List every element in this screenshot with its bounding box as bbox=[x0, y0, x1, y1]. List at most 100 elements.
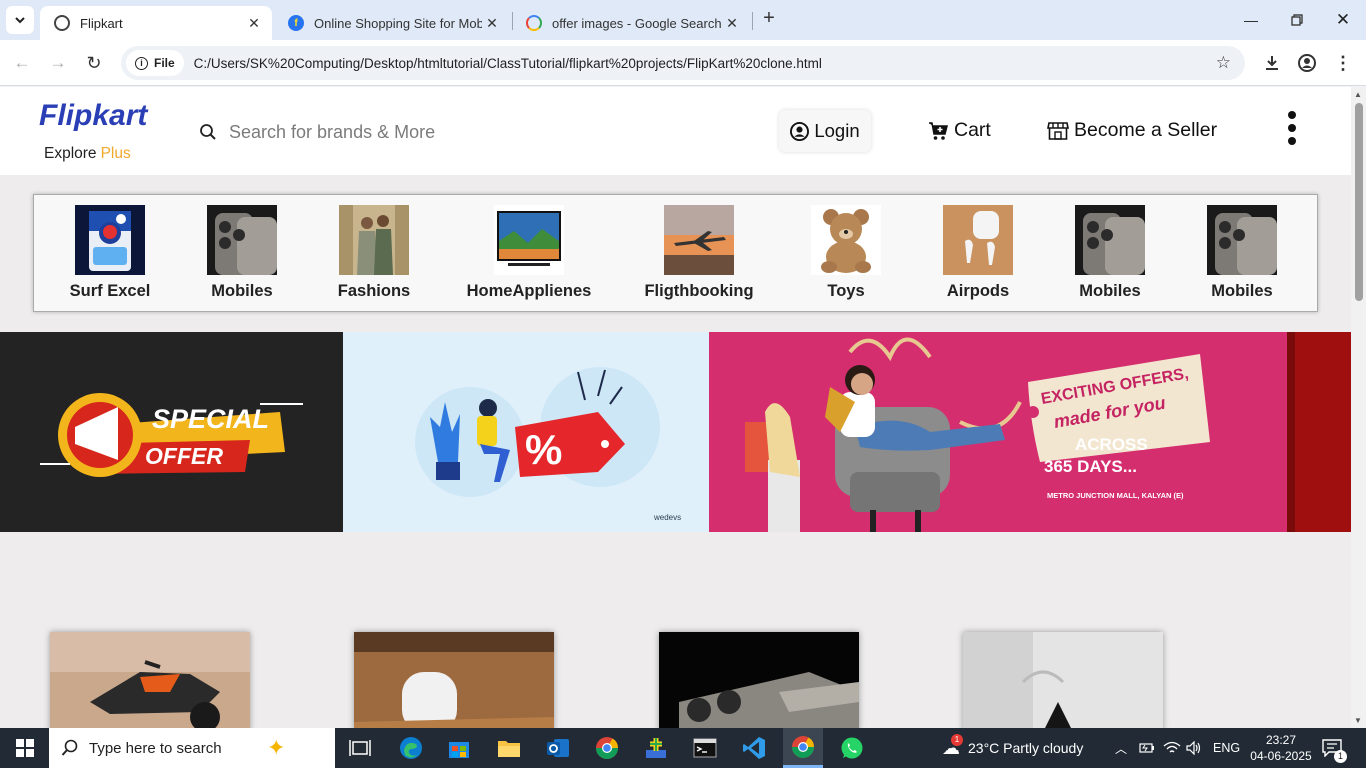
category-surf-excel[interactable]: Surf Excel bbox=[40, 205, 180, 301]
become-seller-button[interactable]: Become a Seller bbox=[1047, 119, 1217, 142]
login-button[interactable]: Login bbox=[779, 110, 871, 152]
clock-time: 23:27 bbox=[1265, 733, 1297, 747]
forward-arrow-icon[interactable]: → bbox=[45, 50, 71, 76]
airplane-image bbox=[664, 205, 734, 275]
category-mobiles-3[interactable]: Mobiles bbox=[1172, 205, 1312, 301]
edge-icon[interactable] bbox=[391, 732, 431, 764]
windows-taskbar: Type here to search ✦ ☁ 1 23°C Partly clo… bbox=[0, 728, 1366, 768]
chevron-down-icon bbox=[15, 17, 25, 24]
product-card-iphone[interactable] bbox=[659, 632, 859, 728]
task-view-icon[interactable] bbox=[340, 732, 380, 764]
more-menu-icon[interactable]: ⋮ bbox=[1330, 50, 1356, 76]
exciting-offers-banner[interactable]: EXCITING OFFERS, made for you ACROSS 365… bbox=[709, 332, 1287, 532]
iphone-image bbox=[1207, 205, 1277, 275]
percent-text: % bbox=[525, 426, 562, 473]
windows-start-icon[interactable] bbox=[4, 732, 46, 764]
explore-plus[interactable]: Explore Plus bbox=[44, 145, 131, 163]
file-explorer-icon[interactable] bbox=[489, 732, 529, 764]
weather-widget[interactable]: ☁ 1 23°C Partly cloudy bbox=[942, 728, 1083, 768]
battery-icon[interactable] bbox=[1139, 728, 1155, 768]
tab-title: Flipkart bbox=[80, 15, 123, 31]
close-icon[interactable]: ✕ bbox=[244, 15, 264, 32]
search-input[interactable]: Search for brands & More bbox=[229, 122, 435, 143]
star-bookmark-icon[interactable]: ☆ bbox=[1216, 53, 1231, 73]
category-label: Surf Excel bbox=[69, 282, 151, 300]
minimize-icon[interactable]: — bbox=[1228, 0, 1274, 40]
close-window-icon[interactable]: ✕ bbox=[1320, 0, 1366, 40]
microsoft-store-icon[interactable] bbox=[439, 732, 479, 764]
store-icon bbox=[1047, 121, 1069, 140]
seller-label: Become a Seller bbox=[1074, 119, 1218, 141]
offer-banner-carousel[interactable]: SPECIAL OFFER % wedevs EXCITING OFFERS, … bbox=[0, 332, 1351, 532]
tab-flipkart[interactable]: Flipkart ✕ bbox=[40, 6, 272, 40]
outlook-icon[interactable] bbox=[538, 732, 578, 764]
fashion-couple-image bbox=[339, 205, 409, 275]
notification-count-badge: 1 bbox=[1334, 750, 1347, 763]
category-label: Airpods bbox=[946, 282, 1010, 300]
weather-badge: 1 bbox=[951, 733, 963, 746]
search-box[interactable]: Search for brands & More bbox=[199, 117, 619, 147]
category-mobiles-2[interactable]: Mobiles bbox=[1040, 205, 1180, 301]
next-banner-partial[interactable] bbox=[1287, 332, 1351, 532]
tab-separator bbox=[752, 12, 753, 30]
category-mobiles[interactable]: Mobiles bbox=[172, 205, 312, 301]
category-label: HomeApplienes bbox=[466, 282, 592, 300]
vscode-icon[interactable] bbox=[734, 732, 774, 764]
category-fashions[interactable]: Fashions bbox=[304, 205, 444, 301]
scroll-up-arrow-icon[interactable]: ▲ bbox=[1354, 90, 1362, 99]
tray-chevron-up-icon[interactable]: ︿ bbox=[1115, 728, 1127, 768]
product-card-accessory[interactable] bbox=[963, 632, 1163, 728]
site-header: Flipkart Explore Plus Search for brands &… bbox=[0, 87, 1351, 175]
tab-online-shopping[interactable]: f Online Shopping Site for Mobile ✕ bbox=[274, 6, 510, 40]
wifi-icon[interactable] bbox=[1163, 728, 1181, 768]
restore-icon[interactable] bbox=[1274, 0, 1320, 40]
site-info-chip[interactable]: i File bbox=[126, 50, 184, 76]
category-toys[interactable]: Toys bbox=[776, 205, 916, 301]
back-arrow-icon[interactable]: ← bbox=[9, 50, 35, 76]
notification-center-icon[interactable]: 1 bbox=[1322, 728, 1347, 768]
across-text: ACROSS bbox=[1075, 435, 1148, 454]
close-icon[interactable]: ✕ bbox=[722, 15, 742, 32]
discount-banner[interactable]: % wedevs bbox=[343, 332, 709, 532]
category-home-appliances[interactable]: HomeApplienes bbox=[459, 205, 599, 301]
app-plus-icon[interactable] bbox=[636, 732, 676, 764]
reload-icon[interactable]: ↻ bbox=[81, 50, 107, 76]
product-card-airpods[interactable] bbox=[354, 632, 554, 728]
url-text[interactable]: C:/Users/SK%20Computing/Desktop/htmltuto… bbox=[194, 56, 822, 71]
download-icon[interactable] bbox=[1259, 50, 1285, 76]
chrome-active-icon[interactable] bbox=[783, 728, 823, 768]
taskbar-search[interactable]: Type here to search ✦ bbox=[49, 728, 335, 768]
tab-google-search[interactable]: offer images - Google Search ✕ bbox=[512, 6, 750, 40]
clock[interactable]: 23:27 04-06-2025 bbox=[1250, 728, 1312, 768]
volume-icon[interactable] bbox=[1186, 728, 1202, 768]
category-flight-booking[interactable]: Fligthbooking bbox=[629, 205, 769, 301]
more-options-icon[interactable] bbox=[1286, 111, 1298, 150]
category-label: Mobiles bbox=[1211, 282, 1273, 300]
close-icon[interactable]: ✕ bbox=[482, 15, 502, 32]
special-offer-banner[interactable]: SPECIAL OFFER bbox=[0, 332, 343, 532]
taskbar-search-input[interactable]: Type here to search bbox=[89, 740, 222, 757]
plus-text: Plus bbox=[100, 145, 131, 162]
product-card-bike[interactable] bbox=[50, 632, 250, 728]
file-label: File bbox=[154, 56, 175, 70]
flipkart-logo[interactable]: Flipkart bbox=[39, 99, 147, 133]
explore-text: Explore bbox=[44, 145, 97, 162]
offer-text: OFFER bbox=[145, 443, 223, 469]
profile-icon[interactable] bbox=[1294, 50, 1320, 76]
category-airpods[interactable]: Airpods bbox=[908, 205, 1048, 301]
language-indicator[interactable]: ENG bbox=[1213, 728, 1240, 768]
wedevs-text: wedevs bbox=[653, 513, 681, 522]
search-icon bbox=[200, 124, 216, 140]
terminal-icon[interactable] bbox=[685, 732, 725, 764]
chrome-icon[interactable] bbox=[587, 732, 627, 764]
tab-title: offer images - Google Search bbox=[552, 15, 722, 31]
new-tab-plus-icon[interactable]: + bbox=[758, 8, 780, 30]
address-bar[interactable]: i File C:/Users/SK%20Computing/Desktop/h… bbox=[121, 46, 1245, 80]
scrollbar-thumb[interactable] bbox=[1355, 103, 1363, 301]
page-scrollbar[interactable]: ▲ ▼ bbox=[1351, 87, 1366, 728]
whatsapp-icon[interactable] bbox=[832, 732, 872, 764]
cart-button[interactable]: Cart bbox=[928, 119, 991, 142]
scroll-down-arrow-icon[interactable]: ▼ bbox=[1354, 716, 1362, 725]
iphone-image bbox=[1075, 205, 1145, 275]
tab-search-button[interactable] bbox=[6, 6, 34, 34]
